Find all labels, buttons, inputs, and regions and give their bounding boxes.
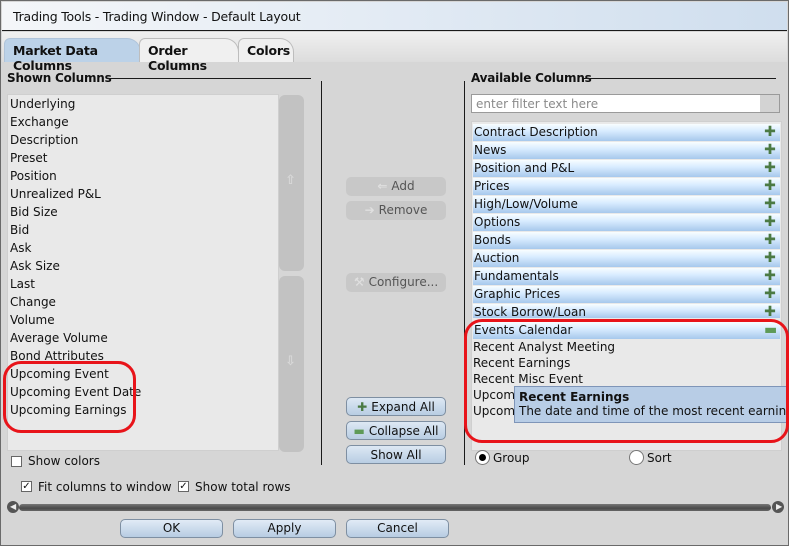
expand-plus-icon[interactable]: ✚ [764,178,776,195]
group-radio-label: Group [493,451,530,465]
expand-plus-icon[interactable]: ✚ [764,160,776,177]
expand-plus-icon[interactable]: ✚ [764,196,776,213]
group-contract-description[interactable]: Contract Description ✚ [473,124,780,141]
minus-icon: ▬ [353,424,365,438]
shown-column-item[interactable]: Preset [10,151,47,169]
show-colors-checkbox[interactable] [11,456,22,467]
expand-all-button[interactable]: ✚ Expand All [346,397,446,416]
sort-radio[interactable] [629,450,644,465]
apply-button[interactable]: Apply [233,519,336,538]
expand-plus-icon[interactable]: ✚ [764,286,776,303]
show-all-button[interactable]: Show All [346,445,446,464]
move-up-button[interactable]: ⇧ [279,95,304,271]
arrow-up-icon: ⇧ [285,173,296,188]
wrench-icon: ⚒ [353,275,365,289]
filter-field [471,94,780,113]
horizontal-scrollbar[interactable]: ◀ ▶ [7,501,784,514]
move-down-button[interactable]: ⇩ [279,276,304,452]
shown-column-item[interactable]: Unrealized P&L [10,187,101,205]
available-columns-title: Available Columns [471,71,592,85]
collapse-all-button[interactable]: ▬ Collapse All [346,421,446,440]
window-title: Trading Tools - Trading Window - Default… [13,9,301,24]
expand-plus-icon[interactable]: ✚ [764,250,776,267]
shown-column-item[interactable]: Description [10,133,78,151]
show-colors-label: Show colors [28,454,100,468]
scroll-right-icon[interactable]: ▶ [772,501,784,513]
shown-column-item[interactable]: Average Volume [10,331,108,349]
collapse-minus-icon[interactable]: ▬ [764,322,777,339]
shown-column-item[interactable]: Upcoming Earnings [10,403,126,421]
tab-bar: Market Data Columns Order Columns Colors [2,32,787,73]
tooltip-title: Recent Earnings [519,390,630,404]
expand-plus-icon[interactable]: ✚ [764,304,776,318]
arrow-right-icon: ➔ [364,203,375,217]
left-divider [321,81,322,465]
scroll-left-icon[interactable]: ◀ [7,501,19,513]
available-column-item[interactable]: Recent Analyst Meeting [473,340,615,356]
arrow-down-icon: ⇩ [285,354,296,369]
group-stock-borrow-loan[interactable]: Stock Borrow/Loan ✚ [473,304,780,318]
tooltip-description: The date and time of the most recent ear… [519,404,789,418]
ok-button[interactable]: OK [120,519,223,538]
expand-plus-icon[interactable]: ✚ [764,142,776,159]
group-events-calendar[interactable]: Events Calendar ▬ [473,322,780,339]
shown-column-item[interactable]: Bond Attributes [10,349,104,367]
arrow-left-icon: ⇐ [377,179,388,193]
available-column-item[interactable]: Recent Earnings [473,356,570,372]
shown-column-item[interactable]: Bid [10,223,29,241]
shown-column-item[interactable]: Last [10,277,35,295]
tab-colors[interactable]: Colors [238,38,294,62]
configure-button[interactable]: ⚒ Configure... [346,273,446,292]
remove-button[interactable]: ➔ Remove [346,201,446,220]
shown-column-item[interactable]: Upcoming Event [10,367,109,385]
group-bonds[interactable]: Bonds ✚ [473,232,780,249]
shown-columns-divider [108,78,311,79]
expand-plus-icon[interactable]: ✚ [764,268,776,285]
group-position-and-pnl[interactable]: Position and P&L ✚ [473,160,780,177]
shown-column-item[interactable]: Upcoming Event Date [10,385,141,403]
expand-plus-icon[interactable]: ✚ [764,124,776,141]
tab-market-data-columns[interactable]: Market Data Columns [4,38,141,73]
filter-clear-button[interactable] [760,95,779,112]
available-column-item[interactable]: Upcomi [473,404,518,420]
tab-order-columns[interactable]: Order Columns [139,38,239,73]
group-fundamentals[interactable]: Fundamentals ✚ [473,268,780,285]
scrollbar-track[interactable] [19,504,771,511]
group-radio[interactable] [475,450,490,465]
sort-radio-label: Sort [647,451,672,465]
shown-column-item[interactable]: Ask Size [10,259,60,277]
group-news[interactable]: News ✚ [473,142,780,159]
group-auction[interactable]: Auction ✚ [473,250,780,267]
fit-columns-label: Fit columns to window [38,480,172,494]
shown-column-item[interactable]: Ask [10,241,31,259]
cancel-button[interactable]: Cancel [346,519,449,538]
expand-plus-icon[interactable]: ✚ [764,214,776,231]
group-prices[interactable]: Prices ✚ [473,178,780,195]
shown-column-item[interactable]: Bid Size [10,205,58,223]
add-button[interactable]: ⇐ Add [346,177,446,196]
group-graphic-prices[interactable]: Graphic Prices ✚ [473,286,780,303]
available-columns-divider [584,78,776,79]
shown-column-item[interactable]: Change [10,295,56,313]
tooltip: Recent Earnings The date and time of the… [514,386,789,423]
expand-plus-icon[interactable]: ✚ [764,232,776,249]
shown-column-item[interactable]: Exchange [10,115,69,133]
trading-tools-window: Trading Tools - Trading Window - Default… [0,0,789,546]
shown-column-item[interactable]: Underlying [10,97,75,115]
title-bar[interactable]: Trading Tools - Trading Window - Default… [2,2,787,31]
group-options[interactable]: Options ✚ [473,214,780,231]
shown-columns-list[interactable]: Underlying Exchange Description Preset P… [7,94,279,451]
shown-column-item[interactable]: Volume [10,313,55,331]
show-total-rows-label: Show total rows [195,480,291,494]
group-high-low-volume[interactable]: High/Low/Volume ✚ [473,196,780,213]
right-divider [464,81,465,465]
plus-icon: ✚ [357,400,368,414]
fit-columns-checkbox[interactable]: ✓ [21,481,32,492]
shown-columns-title: Shown Columns [7,71,112,85]
available-column-item[interactable]: Upcomi [473,388,518,404]
show-total-rows-checkbox[interactable]: ✓ [178,481,189,492]
filter-input[interactable] [472,95,760,112]
shown-column-item[interactable]: Position [10,169,57,187]
